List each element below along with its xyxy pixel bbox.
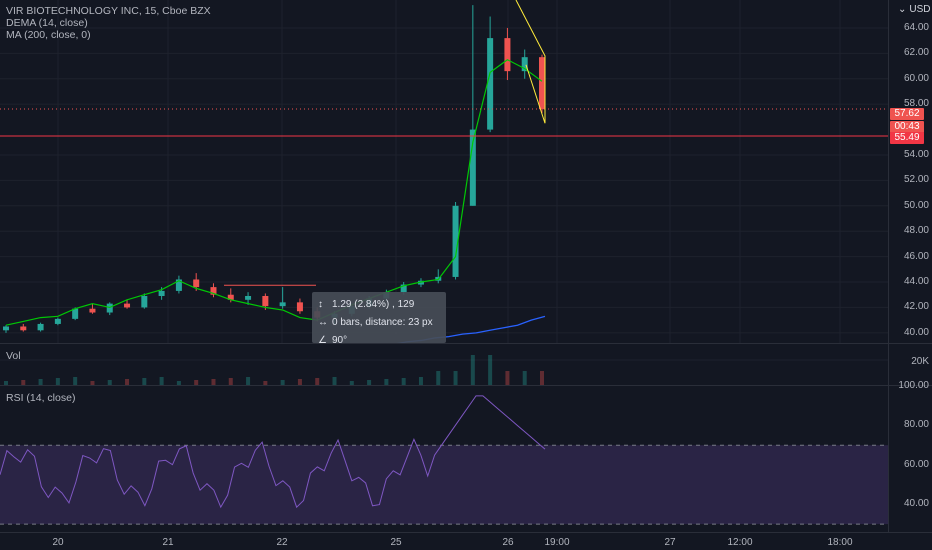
- candle-body: [245, 295, 252, 300]
- price-tick: 60.00: [903, 72, 929, 84]
- bars-range-icon: ↔: [318, 317, 328, 328]
- rsi-tick: 60.00: [903, 458, 929, 470]
- candle-body: [20, 326, 27, 331]
- price-tick: 40.00: [903, 326, 929, 338]
- candle-body: [262, 295, 269, 307]
- rsi-axis[interactable]: 100.00 80.00 60.00 40.00: [888, 380, 932, 532]
- time-axis-divider: [0, 532, 932, 533]
- price-tick: 50.00: [903, 199, 929, 211]
- candle-body: [296, 302, 303, 312]
- candle-body: [504, 38, 511, 72]
- hline-price-tag: 55.49: [890, 132, 924, 144]
- dema-legend[interactable]: DEMA (14, close): [6, 17, 211, 29]
- price-axis[interactable]: 64.00 62.00 60.00 58.00 54.00 52.00 50.00 48.00…: [888, 0, 932, 343]
- tooltip-angle: 90°: [332, 335, 348, 343]
- volume-bar: [470, 355, 475, 385]
- volume-bar: [540, 371, 544, 385]
- rsi-tick: 80.00: [903, 419, 929, 431]
- volume-bar: [55, 378, 60, 385]
- candle-body: [54, 318, 61, 324]
- price-tick: 48.00: [903, 225, 929, 237]
- candle-body: [106, 303, 113, 313]
- ma-legend[interactable]: MA (200, close, 0): [6, 29, 211, 41]
- candle-body: [89, 308, 96, 313]
- price-range-icon: ↕: [318, 299, 323, 310]
- rsi-tick: 100.00: [898, 380, 929, 391]
- price-tick: 62.00: [903, 47, 929, 59]
- volume-chart[interactable]: [0, 344, 888, 385]
- candle-body: [158, 290, 165, 296]
- measure-tooltip: ↕ 1.29 (2.84%) , 129 ↔ 0 bars, distance: 2…: [312, 292, 446, 343]
- time-tick: 20: [52, 537, 64, 548]
- volume-bar: [228, 378, 233, 385]
- volume-bar: [505, 371, 510, 385]
- tooltip-change: 1.29 (2.84%) , 129: [332, 299, 415, 310]
- volume-bar: [159, 377, 164, 385]
- time-tick: 27: [664, 537, 676, 548]
- chart-legend: VIR BIOTECHNOLOGY INC, 15, Cboe BZX DEMA…: [6, 5, 211, 41]
- volume-pane[interactable]: [0, 344, 888, 385]
- volume-bar: [436, 371, 441, 385]
- currency-label[interactable]: ⌄ USD: [898, 4, 931, 15]
- candle-body: [124, 303, 131, 308]
- rsi-chart[interactable]: [0, 386, 888, 532]
- chevron-down-icon: ⌄: [898, 4, 907, 15]
- time-tick: 26: [502, 537, 514, 548]
- price-tick: 64.00: [903, 21, 929, 33]
- rsi-band: [0, 445, 888, 525]
- candle-body: [37, 323, 44, 331]
- time-tick: 18:00: [827, 537, 853, 548]
- symbol-title[interactable]: VIR BIOTECHNOLOGY INC, 15, Cboe BZX: [6, 5, 211, 17]
- volume-bar: [401, 378, 406, 385]
- time-tick: 12:00: [727, 537, 753, 548]
- volume-bar: [522, 371, 527, 385]
- time-tick: 19:00: [544, 537, 570, 548]
- price-tick: 52.00: [903, 174, 929, 186]
- angle-icon: ∠: [318, 335, 327, 343]
- price-tick: 46.00: [903, 250, 929, 262]
- time-tick: 25: [390, 537, 402, 548]
- volume-bar: [315, 378, 320, 385]
- candle-body: [193, 279, 200, 288]
- candle-body: [539, 57, 545, 110]
- volume-bar: [488, 355, 493, 385]
- candle-body: [141, 295, 148, 308]
- volume-bar: [73, 377, 78, 385]
- rsi-tick: 40.00: [903, 498, 929, 510]
- volume-bar: [332, 377, 337, 385]
- price-tick: 44.00: [903, 276, 929, 288]
- rsi-legend[interactable]: RSI (14, close): [6, 392, 75, 404]
- price-tick: 42.00: [903, 301, 929, 313]
- vol-tick: 20K: [911, 356, 929, 367]
- vol-legend[interactable]: Vol: [6, 350, 21, 362]
- candle-body: [3, 326, 9, 331]
- rsi-pane[interactable]: [0, 386, 888, 532]
- time-tick: 21: [162, 537, 174, 548]
- volume-bar: [246, 377, 251, 385]
- candle-body: [487, 38, 494, 130]
- time-tick: 22: [276, 537, 288, 548]
- volume-axis[interactable]: 20K: [888, 344, 932, 385]
- volume-bar: [418, 377, 423, 385]
- volume-bar: [453, 371, 458, 385]
- volume-bar: [142, 378, 147, 385]
- tooltip-bars: 0 bars, distance: 23 px: [332, 317, 433, 328]
- last-price-tag: 57.62: [890, 108, 924, 120]
- candle-body: [279, 302, 286, 307]
- price-tick: 54.00: [903, 148, 929, 160]
